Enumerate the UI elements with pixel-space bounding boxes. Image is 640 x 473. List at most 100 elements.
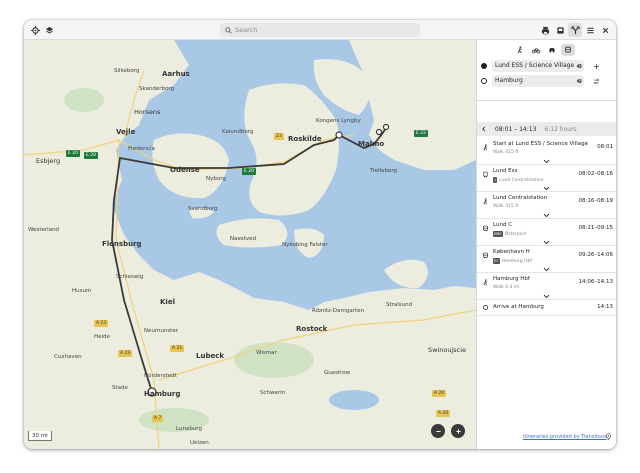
road-shield: E 20 — [242, 168, 256, 175]
add-via-button[interactable] — [590, 60, 602, 72]
map-place-label: Nyborg — [206, 176, 226, 182]
itinerary-legs: Start at Lund ESS / Science Village Walk … — [477, 138, 616, 316]
map-view[interactable]: Silkeborg Aarhus Skanderborg Horsens Vej… — [24, 40, 476, 449]
map-place-label: Cuxhaven — [54, 354, 82, 360]
back-button[interactable] — [477, 122, 491, 136]
leg-subtitle: Walk 0.4 mi — [493, 285, 519, 290]
map-place-label: Stade — [112, 385, 128, 391]
map-place-label: Odense — [170, 166, 200, 174]
leg-title: Lund C — [493, 222, 513, 228]
walk-icon — [517, 46, 522, 54]
line-badge: EC — [493, 258, 500, 264]
map-place-label: Kongens Lyngby — [316, 118, 361, 124]
map-place-label: Schwerin — [260, 390, 286, 396]
destination-input[interactable]: Hamburg — [492, 75, 584, 87]
leg-time: 14:06–14:13 — [578, 279, 613, 285]
mode-walk-button[interactable] — [513, 44, 527, 56]
map-place-label: Trelleborg — [370, 168, 398, 174]
map-zoom-in-button[interactable] — [451, 424, 465, 438]
location-pin-icon[interactable] — [605, 433, 612, 440]
map-zoom-out-button[interactable] — [431, 424, 445, 438]
app-window: Search Silkeborg Aarhus Skanderborg Hors… — [24, 20, 616, 449]
map-place-label: Esbjerg — [36, 157, 61, 165]
itinerary-leg[interactable]: Lund Centralstation Walk 415 ft 08:16–08:1… — [477, 192, 616, 219]
chevron-down-icon[interactable] — [543, 159, 550, 164]
leg-time: 08:02–08:16 — [578, 171, 613, 177]
map-place-label: Silkeborg — [114, 68, 140, 74]
swap-button[interactable] — [590, 75, 602, 87]
header-bar: Search — [24, 20, 616, 40]
destination-icon — [482, 304, 489, 311]
map-place-label: Uelzen — [190, 440, 209, 446]
leg-time: 08:21–09:15 — [578, 225, 613, 231]
bookmark-icon[interactable] — [553, 23, 567, 37]
leg-title: Lund Ess — [493, 168, 518, 174]
origin-marker[interactable] — [382, 123, 390, 131]
leg-time: 08:16–08:19 — [578, 198, 613, 204]
transit-icon — [565, 46, 571, 54]
walk-icon — [483, 198, 488, 205]
itinerary-leg[interactable]: Lund C ØRE Østerport 08:21–09:15 — [477, 219, 616, 246]
trip-duration: 6:12 hours — [544, 125, 577, 133]
road-shield: A 20 — [432, 390, 447, 397]
map-place-label: Vejle — [116, 128, 136, 136]
destination-value: Hamburg — [495, 77, 523, 84]
leg-subtitle-text: Hamburg Hbf — [501, 258, 532, 264]
walk-icon — [483, 279, 488, 286]
chevron-left-icon — [482, 126, 486, 132]
close-icon[interactable] — [598, 23, 612, 37]
chevron-down-icon[interactable] — [543, 240, 550, 245]
print-icon[interactable] — [538, 23, 552, 37]
mode-transit-button[interactable] — [561, 44, 575, 56]
route-sidebar: Lund ESS / Science Village Hamburg 08:01… — [476, 40, 616, 449]
itinerary-leg[interactable]: København H EC Hamburg Hbf 09:26–14:06 — [477, 246, 616, 273]
location-icon[interactable] — [28, 23, 42, 37]
map-place-label: Horsens — [134, 108, 161, 116]
chevron-down-icon[interactable] — [543, 186, 550, 191]
map-place-label: Stralsund — [386, 302, 413, 308]
menu-icon[interactable] — [583, 23, 597, 37]
layers-icon[interactable] — [42, 23, 56, 37]
map-place-label: Husum — [72, 288, 92, 294]
tram-icon — [483, 171, 488, 178]
map-place-label: Flensburg — [102, 240, 142, 248]
trip-time-range: 08:01 – 14:13 — [495, 125, 537, 133]
chevron-down-icon[interactable] — [543, 213, 550, 218]
map-place-label: Wismar — [256, 350, 277, 356]
map-place-label: Swinoujscie — [428, 346, 467, 354]
origin-row: Lund ESS / Science Village — [481, 60, 613, 72]
itinerary-leg[interactable]: Start at Lund ESS / Science Village Walk … — [477, 138, 616, 165]
mode-bike-button[interactable] — [529, 44, 543, 56]
chevron-down-icon[interactable] — [543, 267, 550, 272]
attribution-link[interactable]: Itineraries provided by Transitous — [523, 434, 607, 440]
chevron-down-icon[interactable] — [543, 294, 550, 299]
road-shield: A 7 — [152, 415, 164, 422]
stop-marker[interactable] — [335, 131, 343, 139]
map-place-label: Neumunster — [144, 328, 178, 334]
train-icon — [483, 225, 488, 232]
search-icon — [225, 26, 232, 34]
transport-mode-switcher — [513, 44, 575, 56]
destination-dot-icon — [481, 78, 487, 84]
itinerary-leg[interactable]: Lund Ess 1 Lund Centralstation 08:02–08:16 — [477, 165, 616, 192]
road-shield: A 21 — [170, 345, 185, 352]
itinerary-leg[interactable]: Hamburg Hbf Walk 0.4 mi 14:06–14:13 — [477, 273, 616, 300]
leg-subtitle-text: Walk 0.4 mi — [493, 285, 520, 290]
itinerary-leg[interactable]: Arrive at Hamburg 14:13 — [477, 300, 616, 316]
leg-title: Arrive at Hamburg — [493, 304, 544, 310]
map-place-label: Guestrow — [324, 370, 351, 376]
leg-title: Start at Lund ESS / Science Village — [493, 141, 588, 147]
search-field[interactable]: Search — [220, 23, 420, 37]
walk-icon — [483, 144, 488, 151]
clear-icon[interactable] — [576, 78, 582, 84]
clear-icon[interactable] — [576, 63, 582, 69]
leg-title: Lund Centralstation — [493, 195, 548, 201]
trip-summary-bar: 08:01 – 14:13 6:12 hours — [477, 122, 616, 136]
origin-input[interactable]: Lund ESS / Science Village — [492, 60, 584, 72]
map-scale: 30 mi — [28, 431, 52, 441]
mode-car-button[interactable] — [545, 44, 559, 56]
stop-marker[interactable] — [375, 128, 383, 136]
leg-subtitle-text: Lund Centralstation — [499, 177, 544, 183]
route-icon[interactable] — [568, 23, 582, 37]
map-place-label: Schleswig — [116, 274, 144, 280]
